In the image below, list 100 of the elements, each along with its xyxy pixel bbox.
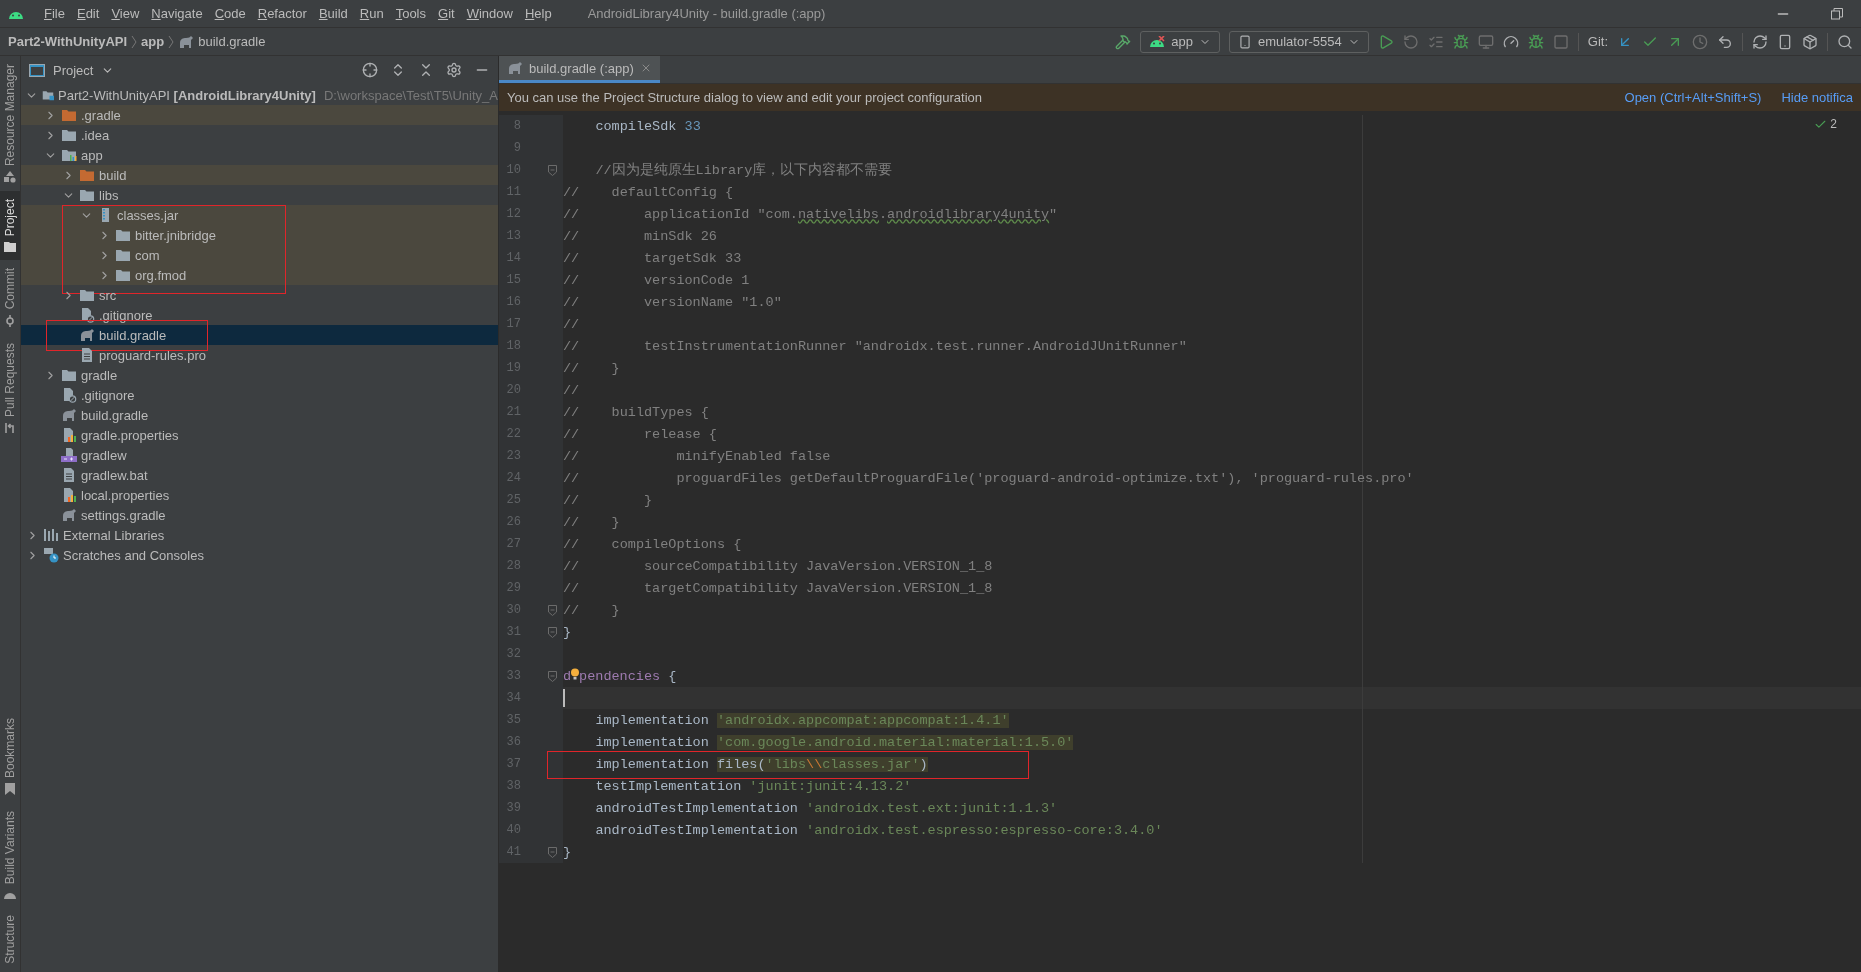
breadcrumb[interactable]: build.gradle — [198, 34, 266, 49]
folder-icon — [61, 108, 77, 122]
notification-link[interactable]: Hide notifica — [1781, 90, 1853, 105]
tree-item[interactable]: .gradle — [21, 105, 498, 125]
bookmark-icon — [5, 783, 15, 796]
stop-icon[interactable] — [1552, 33, 1569, 50]
window-icon — [29, 63, 45, 77]
folder-icon — [42, 88, 54, 102]
folder-icon — [61, 368, 77, 382]
highlighted-code: 'androidx.appcompat:appcompat:1.4.1' — [716, 712, 1009, 728]
attach-debugger-icon[interactable] — [1527, 33, 1544, 50]
fold-icon[interactable] — [548, 604, 557, 616]
fold-icon[interactable] — [548, 670, 557, 682]
crosshair-icon[interactable] — [362, 62, 378, 78]
menu-item[interactable]: Edit — [70, 6, 106, 21]
tree-item[interactable]: gradle — [21, 365, 498, 385]
tree-item[interactable]: com — [21, 245, 498, 265]
tree-item[interactable]: app — [21, 145, 498, 165]
elephant-icon — [61, 408, 77, 422]
tree-item[interactable]: classes.jar — [21, 205, 498, 225]
menu-item[interactable]: Run — [353, 6, 390, 21]
folder-icon — [79, 168, 95, 182]
tree-item[interactable]: Scratches and Consoles — [21, 545, 498, 565]
tree-item[interactable]: gradle.properties — [21, 425, 498, 445]
fold-icon[interactable] — [548, 164, 557, 176]
tree-item[interactable]: build.gradle — [21, 325, 498, 345]
libraries-icon — [43, 528, 59, 542]
device-dropdown[interactable]: emulator-5554 — [1228, 30, 1369, 53]
fold-icon[interactable] — [548, 626, 557, 638]
menu-item[interactable]: Help — [518, 6, 558, 21]
elephant-icon — [507, 61, 523, 75]
menu-item[interactable]: File — [38, 6, 71, 21]
profiler-icon[interactable] — [1502, 33, 1519, 50]
menu-item[interactable]: Refactor — [251, 6, 313, 21]
code-text: // versionCode 1 — [563, 272, 750, 288]
tree-item[interactable]: Part2-WithUnityAPI [AndroidLibrary4Unity] D:\workspace\Test\T5\Unity_A — [21, 85, 498, 105]
tool-window-tab[interactable]: Structure — [0, 907, 20, 972]
tree-item[interactable]: org.fmod — [21, 265, 498, 285]
search-icon[interactable] — [1837, 33, 1853, 50]
tool-window-tab[interactable]: Bookmarks — [0, 710, 20, 804]
tree-item[interactable]: build — [21, 165, 498, 185]
text-file-icon — [61, 467, 77, 483]
text-file-icon — [79, 347, 95, 363]
tree-item[interactable]: gradlew — [21, 445, 498, 465]
tree-item[interactable]: build.gradle — [21, 405, 498, 425]
undo-icon[interactable] — [1717, 33, 1733, 50]
tree-item[interactable]: local.properties — [21, 485, 498, 505]
menu-item[interactable]: Code — [208, 6, 252, 21]
tool-window-tab[interactable]: Commit — [0, 260, 20, 335]
device-manager-icon[interactable] — [1777, 33, 1793, 50]
code-text: } — [563, 624, 572, 640]
tree-item[interactable]: .gitignore — [21, 385, 498, 405]
lightbulb-icon[interactable] — [571, 668, 580, 680]
folder-icon — [79, 288, 95, 302]
settings-icon[interactable] — [446, 62, 462, 78]
sdk-manager-icon[interactable] — [1802, 33, 1818, 50]
menu-item[interactable]: Navigate — [145, 6, 209, 21]
tool-window-tab[interactable]: Resource Manager — [0, 56, 20, 192]
code-text: // targetCompatibility JavaVersion.VERSION_1_8 — [563, 580, 993, 596]
fold-icon[interactable] — [548, 846, 557, 858]
configuration-dropdown[interactable]: app — [1140, 30, 1220, 53]
tree-item[interactable]: gradlew.bat — [21, 465, 498, 485]
commit-icon — [4, 314, 16, 327]
sync-icon[interactable] — [1752, 33, 1768, 50]
code-text: implementation — [594, 712, 710, 728]
tree-item[interactable]: proguard-rules.pro — [21, 345, 498, 365]
code-text: // proguardFiles getDefaultProguardFile('proguard-android-optimize.txt'), 'proguard-rules.pro' — [563, 470, 1414, 486]
tool-window-tab[interactable]: Pull Requests — [0, 334, 20, 442]
properties-file-icon — [61, 427, 77, 443]
menu-item[interactable]: Build — [312, 6, 354, 21]
rerun-icon[interactable] — [1402, 33, 1419, 50]
breadcrumb-separator-icon — [131, 34, 138, 49]
tool-window-tab[interactable]: Project — [0, 191, 20, 261]
restore-icon[interactable] — [1831, 7, 1843, 20]
notification-link[interactable]: Open (Ctrl+Alt+Shift+S) — [1624, 90, 1762, 105]
code-text: androidTestImplementation 'androidx.test.ext:junit:1.1.3' — [594, 800, 1058, 816]
tree-item[interactable]: .gitignore — [21, 305, 498, 325]
debug-icon[interactable] — [1452, 33, 1469, 50]
menu-item[interactable]: Window — [460, 6, 519, 21]
coverage-icon[interactable] — [1477, 33, 1494, 50]
inspection-count[interactable]: 2 — [1830, 117, 1837, 131]
history-icon[interactable] — [1692, 33, 1708, 50]
editor-tab[interactable]: build.gradle (:app) — [499, 56, 660, 83]
folder-icon — [61, 148, 77, 162]
menu-item[interactable]: Git — [432, 6, 461, 21]
tree-item[interactable]: settings.gradle — [21, 505, 498, 525]
tree-item[interactable]: .idea — [21, 125, 498, 145]
code-text: d pendencies { — [563, 668, 677, 684]
menu-item[interactable]: View — [105, 6, 146, 21]
tree-item[interactable]: libs — [21, 185, 498, 205]
menu-item[interactable]: Tools — [389, 6, 432, 21]
tool-window-tab[interactable]: Build Variants — [0, 803, 20, 908]
tree-item[interactable]: bitter.jnibridge — [21, 225, 498, 245]
tree-item[interactable]: External Libraries — [21, 525, 498, 545]
android-icon — [1149, 35, 1166, 48]
breadcrumb[interactable]: Part2-WithUnityAPI — [8, 34, 128, 49]
breadcrumb[interactable]: app — [141, 34, 165, 49]
hammer-icon[interactable] — [1115, 33, 1132, 50]
breadcrumb-separator-icon — [168, 34, 175, 49]
panel-title[interactable]: Project — [53, 62, 94, 78]
